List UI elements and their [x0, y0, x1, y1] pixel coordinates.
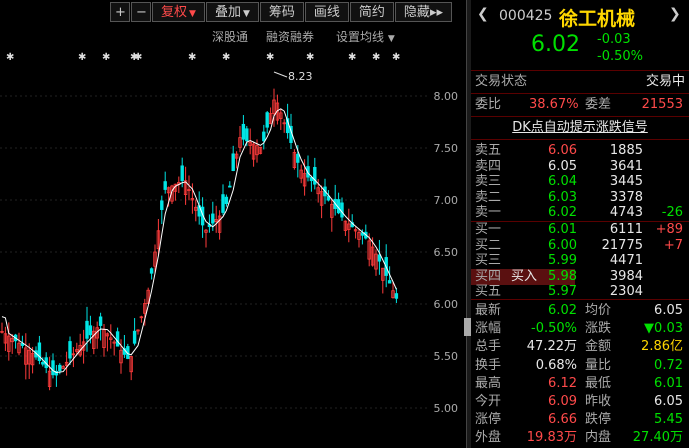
status-value: 交易中: [645, 74, 685, 89]
weicha-value: 21553: [641, 97, 683, 112]
last-price: 6.02: [531, 32, 580, 57]
axis-label: 5.00: [433, 402, 459, 415]
weibi-label: 委比: [475, 97, 502, 112]
stat-label: 最新: [475, 303, 502, 318]
divider: [471, 70, 689, 71]
prev-stock-icon[interactable]: ❮: [477, 6, 489, 22]
svg-text:✱: ✱: [134, 52, 142, 63]
stat-row: 最新 6.02 均价 6.05: [471, 302, 689, 320]
stat-value: 6.05: [654, 394, 683, 409]
svg-text:✱: ✱: [392, 52, 400, 63]
stock-code: 000425: [499, 8, 553, 24]
stat-row: 涨停 6.66 跌停 5.45: [471, 411, 689, 429]
stat-value: 6.05: [654, 303, 683, 318]
quote-panel: ❮ 000425 徐工机械 ❯ 6.02 -0.03 -0.50% 交易状态 交…: [471, 0, 689, 448]
axis-label: 7.00: [433, 194, 459, 207]
stat-label: 今开: [475, 394, 502, 409]
stat-value: 6.09: [548, 394, 577, 409]
stat-label: 涨幅: [475, 321, 502, 337]
asks-label: 卖一: [475, 205, 502, 220]
price-change: -0.03: [597, 32, 631, 47]
asks-change: -26: [661, 205, 683, 220]
stat-label: 昨收: [585, 394, 612, 409]
weibi-row: 委比 38.67% 委差 21553: [471, 96, 689, 114]
stat-value: 6.01: [654, 375, 683, 391]
asks-price: 6.02: [548, 205, 577, 220]
stat-value: 6.66: [548, 412, 577, 428]
stat-row: 总手 47.22万 金额 2.86亿: [471, 338, 689, 356]
price-change-pct: -0.50%: [597, 49, 643, 64]
stat-row: 最高 6.12 最低 6.01: [471, 375, 689, 393]
stat-label: 量比: [585, 357, 612, 373]
stat-label: 涨停: [475, 412, 502, 428]
svg-text:✱: ✱: [348, 52, 356, 63]
stat-row: 涨幅 -0.50% 涨跌 ▼0.03: [471, 320, 689, 338]
stat-label: 最低: [585, 375, 612, 391]
stat-row: 换手 0.68% 量比 0.72: [471, 357, 689, 375]
stat-label: 金额: [585, 339, 612, 355]
axis-label: 6.00: [433, 298, 459, 311]
weicha-label: 委差: [585, 97, 612, 112]
stat-label: 最高: [475, 375, 502, 391]
stat-value: 0.68%: [535, 357, 577, 373]
stat-value: 27.40万: [632, 430, 683, 446]
weibi-value: 38.67%: [529, 97, 579, 112]
stat-value: 0.72: [654, 357, 683, 373]
svg-text:✱: ✱: [78, 52, 86, 63]
stat-label: 涨跌: [585, 321, 612, 337]
stat-value: 19.83万: [526, 430, 577, 446]
axis-label: 7.50: [433, 142, 459, 155]
kline-chart[interactable]: + − 复权 ▼ 叠加 ▼ 筹码 画线 简约 隐藏▸▸ 深股通 融资融券 设置均线 …: [0, 0, 466, 448]
asks-volume: 4743: [609, 205, 643, 220]
stock-name: 徐工机械: [559, 8, 636, 30]
divider: [471, 139, 689, 140]
divider: [471, 93, 689, 94]
stat-label: 内盘: [585, 430, 612, 446]
svg-text:✱: ✱: [306, 52, 314, 63]
stat-value: 2.86亿: [641, 339, 683, 355]
stat-value: 47.22万: [526, 339, 577, 355]
svg-text:✱: ✱: [222, 52, 230, 63]
stat-value: ▼0.03: [644, 321, 683, 337]
status-label: 交易状态: [475, 74, 528, 89]
svg-text:✱: ✱: [372, 52, 380, 63]
stat-label: 外盘: [475, 430, 502, 446]
stat-label: 换手: [475, 357, 502, 373]
svg-text:✱: ✱: [266, 52, 274, 63]
max-price-label: 8.23: [288, 70, 313, 83]
svg-text:✱: ✱: [6, 52, 14, 63]
stat-value: -0.50%: [531, 321, 577, 337]
kline-canvas: ✱ ✱ ✱ ✱✱ ✱ ✱ ✱ ✱ ✱ ✱ ✱: [0, 52, 428, 409]
dk-signal-link[interactable]: DK点自动提示涨跌信号: [471, 119, 689, 137]
stat-label: 总手: [475, 339, 502, 355]
divider: [471, 116, 689, 117]
stat-row: 今开 6.09 昨收 6.05: [471, 393, 689, 411]
axis-label: 6.50: [433, 246, 459, 259]
stat-value: 6.02: [548, 303, 577, 318]
asks-row[interactable]: 卖一 6.02 4743 -26: [471, 204, 689, 222]
svg-text:✱: ✱: [102, 52, 110, 63]
next-stock-icon[interactable]: ❯: [669, 6, 681, 22]
divider: [471, 299, 689, 300]
svg-text:✱: ✱: [188, 52, 196, 63]
stat-row: 外盘 19.83万 内盘 27.40万: [471, 429, 689, 447]
stat-value: 5.45: [654, 412, 683, 428]
axis-label: 8.00: [433, 90, 459, 103]
status-row: 交易状态 交易中: [471, 73, 689, 91]
stat-value: 6.12: [548, 375, 577, 391]
axis-label: 5.50: [433, 350, 459, 363]
stat-label: 均价: [585, 303, 612, 318]
stat-label: 跌停: [585, 412, 612, 428]
